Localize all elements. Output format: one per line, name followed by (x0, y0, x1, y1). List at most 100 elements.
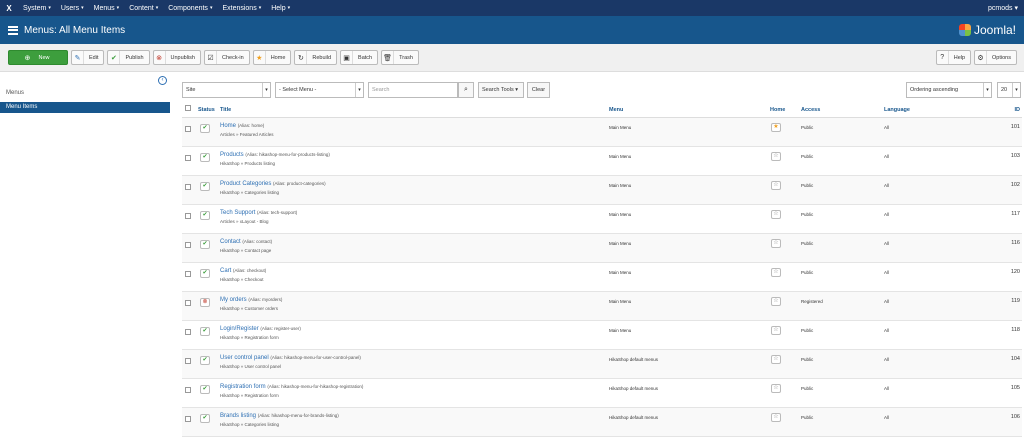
title-cell: Product Categories (Alias: product-categ… (220, 181, 326, 195)
dropdown-arrow-icon: ▾ (355, 83, 363, 97)
item-title-link[interactable]: Login/Register (220, 326, 259, 332)
new-button[interactable]: ⊕ New (8, 50, 68, 65)
item-title-link[interactable]: Contact (220, 239, 241, 245)
menu-menus-label: Menus (93, 4, 115, 12)
limit-select[interactable]: 20 ▾ (997, 82, 1021, 98)
header-language[interactable]: Language (884, 107, 910, 113)
edit-icon: ✎ (72, 51, 84, 64)
row-checkbox[interactable] (185, 271, 191, 277)
menu-select[interactable]: - Select Menu - ▾ (275, 82, 364, 98)
published-status-icon[interactable]: ✔ (200, 211, 210, 220)
item-title-link[interactable]: Home (220, 123, 236, 129)
published-status-icon[interactable]: ✔ (200, 269, 210, 278)
home-star-icon[interactable]: ☆ (771, 326, 781, 335)
home-star-icon[interactable]: ☆ (771, 181, 781, 190)
edit-button[interactable]: ✎ Edit (71, 50, 105, 65)
menu-content[interactable]: Content ▾ (124, 5, 163, 12)
top-menu: System ▾ Users ▾ Menus ▾ Content ▾ Component… (18, 5, 295, 12)
home-star-icon[interactable]: ★ (771, 123, 781, 132)
item-access: Public (801, 154, 814, 159)
item-title-link[interactable]: Cart (220, 268, 231, 274)
row-checkbox[interactable] (185, 300, 191, 306)
search-button[interactable]: ⌕ (458, 82, 474, 98)
user-menu[interactable]: pcmods ▾ (988, 4, 1024, 12)
site-select[interactable]: Site ▾ (182, 82, 271, 98)
header-home[interactable]: Home (770, 107, 785, 113)
item-title-link[interactable]: Product Categories (220, 181, 271, 187)
home-star-icon[interactable]: ☆ (771, 297, 781, 306)
row-checkbox[interactable] (185, 126, 191, 132)
published-status-icon[interactable]: ✔ (200, 327, 210, 336)
published-status-icon[interactable]: ✔ (200, 153, 210, 162)
item-title-link[interactable]: Brands listing (220, 413, 256, 419)
clear-button[interactable]: Clear (527, 82, 550, 98)
item-type: HikaShop » Categories listing (220, 190, 280, 195)
item-title-link[interactable]: Tech Support (220, 210, 255, 216)
header-menu[interactable]: Menu (609, 107, 623, 113)
published-status-icon[interactable]: ✔ (200, 124, 210, 133)
header-status[interactable]: Status (198, 107, 215, 113)
item-title-link[interactable]: Registration form (220, 384, 266, 390)
home-star-icon[interactable]: ☆ (771, 384, 781, 393)
row-checkbox[interactable] (185, 387, 191, 393)
joomla-x-icon[interactable]: X (0, 4, 18, 13)
rebuild-button[interactable]: ↻ Rebuild (294, 50, 338, 65)
row-checkbox[interactable] (185, 358, 191, 364)
item-language: All (884, 386, 890, 391)
help-label: Help (953, 54, 966, 61)
published-status-icon[interactable]: ✔ (200, 240, 210, 249)
item-language: All (884, 270, 890, 275)
item-id: 104 (1010, 356, 1020, 362)
row-checkbox[interactable] (185, 416, 191, 422)
header-access[interactable]: Access (801, 107, 820, 113)
home-star-icon[interactable]: ☆ (771, 355, 781, 364)
published-status-icon[interactable]: ✔ (200, 414, 210, 423)
help-button[interactable]: ? Help (935, 50, 972, 65)
home-star-icon[interactable]: ☆ (771, 413, 781, 422)
options-button[interactable]: ⚙ Options (974, 50, 1017, 65)
unpublish-button[interactable]: ⊗ Unpublish (152, 50, 201, 65)
trash-button[interactable]: 🗑 Trash (381, 50, 419, 65)
search-tools-button[interactable]: Search Tools ▾ (478, 82, 524, 98)
sidebar-item-menu-items[interactable]: Menu Items (0, 102, 170, 113)
item-title-link[interactable]: My orders (220, 297, 247, 303)
published-status-icon[interactable]: ✔ (200, 385, 210, 394)
home-button[interactable]: ★ Home (252, 50, 292, 65)
collapse-sidebar-icon[interactable]: ‹ (158, 76, 167, 85)
home-star-icon[interactable]: ☆ (771, 239, 781, 248)
menu-users[interactable]: Users ▾ (56, 5, 89, 12)
menu-help[interactable]: Help ▾ (266, 5, 295, 12)
search-tools-label: Search Tools (482, 87, 514, 93)
menu-extensions[interactable]: Extensions ▾ (217, 5, 266, 12)
item-language: All (884, 299, 890, 304)
user-name: pcmods (988, 5, 1013, 12)
row-checkbox[interactable] (185, 213, 191, 219)
header-title[interactable]: Title (220, 107, 231, 113)
select-all-checkbox[interactable] (185, 105, 191, 111)
sidebar-item-menus[interactable]: Menus (0, 90, 170, 96)
home-star-icon[interactable]: ☆ (771, 210, 781, 219)
menu-system[interactable]: System ▾ (18, 5, 56, 12)
published-status-icon[interactable]: ✔ (200, 182, 210, 191)
home-star-icon[interactable]: ☆ (771, 268, 781, 277)
publish-button[interactable]: ✔ Publish (107, 50, 150, 65)
item-title-link[interactable]: User control panel (220, 355, 269, 361)
item-language: All (884, 357, 890, 362)
row-checkbox[interactable] (185, 184, 191, 190)
unpublished-status-icon[interactable]: ⊗ (200, 298, 210, 307)
row-checkbox[interactable] (185, 242, 191, 248)
item-title-link[interactable]: Products (220, 152, 244, 158)
menu-menus[interactable]: Menus ▾ (89, 5, 125, 12)
published-status-icon[interactable]: ✔ (200, 356, 210, 365)
checkin-button[interactable]: ☑ Check-in (204, 50, 250, 65)
ordering-select[interactable]: Ordering ascending ▾ (906, 82, 992, 98)
row-checkbox[interactable] (185, 155, 191, 161)
item-access: Public (801, 241, 814, 246)
caret-down-icon: ▾ (287, 5, 291, 11)
row-checkbox[interactable] (185, 329, 191, 335)
header-id[interactable]: ID (1015, 107, 1021, 113)
batch-button[interactable]: ▣ Batch (340, 50, 379, 65)
home-star-icon[interactable]: ☆ (771, 152, 781, 161)
menu-components[interactable]: Components ▾ (163, 5, 217, 12)
search-input[interactable]: Search (368, 82, 458, 98)
